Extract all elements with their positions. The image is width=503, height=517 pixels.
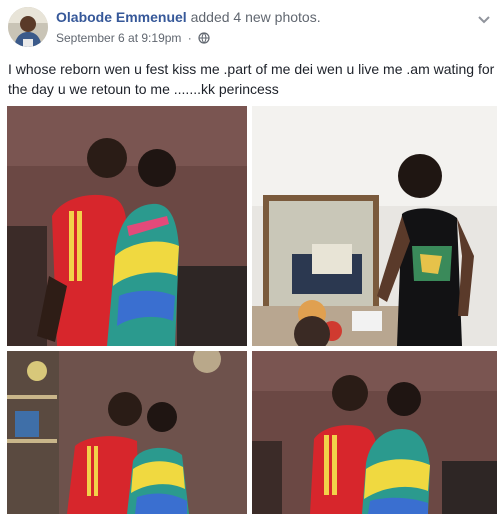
post-meta: September 6 at 9:19pm · [56, 31, 210, 47]
post-action: added 4 new photos. [190, 9, 321, 25]
photo-2[interactable] [252, 106, 497, 346]
globe-icon[interactable] [198, 32, 210, 47]
post-timestamp[interactable]: September 6 at 9:19pm [56, 31, 181, 45]
meta-separator: · [187, 31, 192, 45]
author-name[interactable]: Olabode Emmenuel [56, 9, 187, 25]
photo-1[interactable] [7, 106, 247, 346]
post-text: I whose reborn wen u fest kiss me .part … [8, 61, 495, 97]
photo-4[interactable] [252, 351, 497, 514]
author-avatar[interactable] [8, 7, 48, 47]
post-header: Olabode Emmenuel added 4 new photos. [56, 9, 321, 25]
photo-grid [7, 106, 497, 514]
chevron-down-icon[interactable] [475, 12, 493, 26]
feed-post: Olabode Emmenuel added 4 new photos. Sep… [0, 0, 503, 517]
photo-3[interactable] [7, 351, 247, 514]
